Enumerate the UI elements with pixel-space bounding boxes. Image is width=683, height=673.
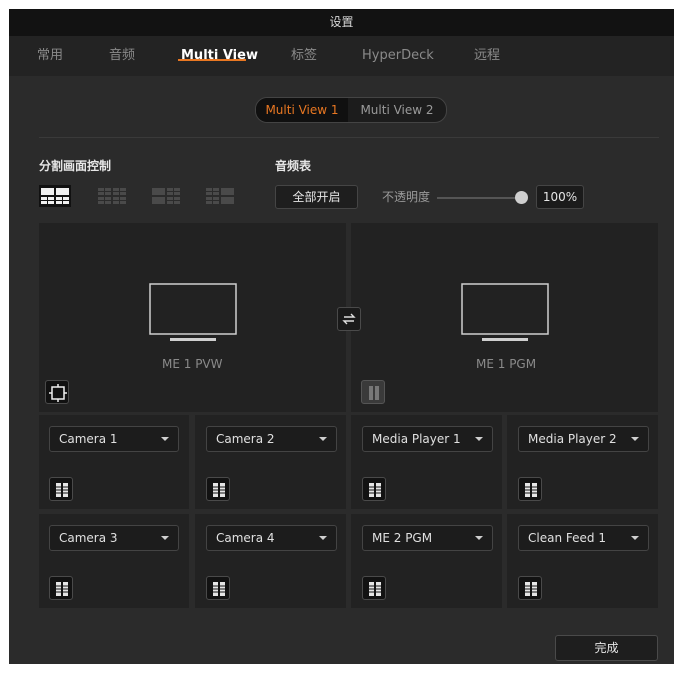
audio-meters-label: 音频表 [275,159,312,173]
chevron-down-icon [161,437,169,441]
layout-4x4-icon[interactable] [96,185,128,207]
program-view-panel[interactable]: ME 1 PGM [351,223,658,412]
layout-2x2-4x4-icon[interactable] [150,185,182,207]
safe-area-icon[interactable] [45,380,69,404]
active-tab-indicator [178,59,246,61]
source-dropdown-7[interactable]: ME 2 PGM [362,525,493,551]
source-dropdown-5[interactable]: Camera 3 [49,525,179,551]
all-on-button[interactable]: 全部开启 [275,185,358,209]
settings-window: 设置 常用 音频 Multi View 标签 HyperDeck 远程 Mult… [9,9,674,664]
window-panel-6: Camera 4 [195,514,346,608]
view-label: ME 1 PVW [162,357,223,371]
tab-labels[interactable]: 标签 [291,36,317,76]
view-label: ME 1 PGM [476,357,537,371]
opacity-slider-knob[interactable] [515,191,528,204]
layout-2x2-icon[interactable] [39,185,71,207]
chevron-down-icon [475,437,483,441]
audio-meter-icon[interactable] [362,477,386,501]
tab-general[interactable]: 常用 [37,36,63,76]
window-panel-3: Media Player 1 [351,415,502,509]
audio-meter-icon[interactable] [361,380,385,404]
dropdown-value: Clean Feed 1 [528,531,606,545]
layout-4x4-2x2-icon[interactable] [204,185,236,207]
tab-multi-view[interactable]: Multi View [181,36,258,76]
done-button[interactable]: 完成 [555,635,658,661]
source-dropdown-3[interactable]: Media Player 1 [362,426,493,452]
tab-hyperdeck[interactable]: HyperDeck [362,36,434,76]
audio-meter-icon[interactable] [206,576,230,600]
window-panel-2: Camera 2 [195,415,346,509]
tab-audio[interactable]: 音频 [109,36,135,76]
audio-meter-icon[interactable] [206,477,230,501]
window-panel-7: ME 2 PGM [351,514,502,608]
preview-view-panel[interactable]: ME 1 PVW [39,223,346,412]
multiview-1-button[interactable]: Multi View 1 [256,98,348,122]
chevron-down-icon [631,437,639,441]
audio-meter-icon[interactable] [49,477,73,501]
monitor-icon [461,283,549,341]
divider [39,137,659,138]
opacity-value-field[interactable]: 100% [536,185,584,209]
chevron-down-icon [161,536,169,540]
dropdown-value: Media Player 2 [528,432,617,446]
tab-remote[interactable]: 远程 [474,36,500,76]
dropdown-value: Camera 4 [216,531,275,545]
audio-meter-icon[interactable] [49,576,73,600]
window-panel-5: Camera 3 [39,514,189,608]
opacity-slider-track[interactable] [437,197,519,199]
audio-meter-icon[interactable] [518,477,542,501]
source-dropdown-8[interactable]: Clean Feed 1 [518,525,649,551]
dropdown-value: Camera 1 [59,432,118,446]
multiview-2-button[interactable]: Multi View 2 [348,98,446,122]
dropdown-value: Camera 2 [216,432,275,446]
source-dropdown-2[interactable]: Camera 2 [206,426,337,452]
source-dropdown-6[interactable]: Camera 4 [206,525,337,551]
window-panel-4: Media Player 2 [507,415,658,509]
swap-icon[interactable] [337,307,361,331]
chevron-down-icon [319,437,327,441]
dropdown-value: Camera 3 [59,531,118,545]
chevron-down-icon [631,536,639,540]
dropdown-value: ME 2 PGM [372,531,433,545]
dropdown-value: Media Player 1 [372,432,461,446]
opacity-label: 不透明度 [382,190,431,204]
tab-bar: 常用 音频 Multi View 标签 HyperDeck 远程 [9,36,674,76]
window-title: 设置 [9,9,674,36]
audio-meter-icon[interactable] [518,576,542,600]
layout-control-label: 分割画面控制 [39,159,112,173]
multiview-selector: Multi View 1 Multi View 2 [255,97,447,123]
monitor-icon [149,283,237,341]
window-panel-1: Camera 1 [39,415,189,509]
audio-meter-icon[interactable] [362,576,386,600]
chevron-down-icon [319,536,327,540]
source-dropdown-4[interactable]: Media Player 2 [518,426,649,452]
source-dropdown-1[interactable]: Camera 1 [49,426,179,452]
chevron-down-icon [475,536,483,540]
window-panel-8: Clean Feed 1 [507,514,658,608]
